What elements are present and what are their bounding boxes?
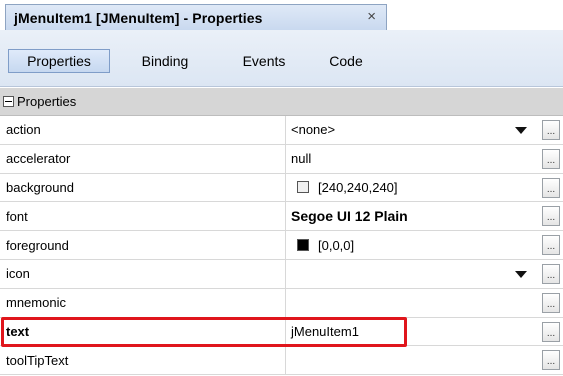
document-tab[interactable]: jMenuItem1 [JMenuItem] - Properties ×	[5, 4, 387, 30]
properties-section-header[interactable]: Properties	[0, 88, 563, 116]
property-row-font[interactable]: font Segoe UI 12 Plain ...	[0, 202, 563, 232]
property-name: icon	[0, 259, 286, 288]
ellipsis-button[interactable]: ...	[542, 350, 560, 371]
property-name: action	[0, 116, 286, 144]
color-value: [0,0,0]	[318, 237, 355, 253]
property-value[interactable]: [0,0,0]	[287, 231, 537, 259]
ellipsis-button[interactable]: ...	[542, 321, 560, 342]
tab-events[interactable]: Events	[230, 49, 298, 73]
ellipsis-button[interactable]: ...	[542, 206, 560, 227]
property-name: accelerator	[0, 144, 286, 173]
property-row-mnemonic[interactable]: mnemonic ...	[0, 288, 563, 318]
color-swatch-icon	[297, 239, 309, 252]
window-title: jMenuItem1 [JMenuItem] - Properties	[14, 9, 263, 26]
property-name: text	[0, 317, 286, 346]
tab-code[interactable]: Code	[316, 49, 376, 73]
property-name: toolTipText	[0, 346, 286, 375]
section-label: Properties	[17, 94, 77, 109]
color-swatch-icon	[297, 181, 309, 194]
property-table: action <none> ... accelerator null ... b…	[0, 116, 563, 376]
close-icon[interactable]: ×	[367, 9, 376, 25]
property-row-action[interactable]: action <none> ...	[0, 116, 563, 145]
property-row-icon[interactable]: icon ...	[0, 259, 563, 289]
color-value: [240,240,240]	[318, 179, 398, 195]
ellipsis-button[interactable]: ...	[542, 263, 560, 284]
properties-window: jMenuItem1 [JMenuItem] - Properties × Pr…	[0, 0, 563, 376]
property-value[interactable]: [240,240,240]	[287, 174, 537, 202]
tab-binding[interactable]: Binding	[128, 49, 202, 73]
property-row-text[interactable]: text jMenuItem1 ...	[0, 317, 563, 347]
property-value[interactable]: null	[287, 145, 537, 173]
property-row-background[interactable]: background [240,240,240] ...	[0, 173, 563, 203]
title-bar: jMenuItem1 [JMenuItem] - Properties ×	[0, 0, 563, 31]
property-name: foreground	[0, 231, 286, 259]
property-value[interactable]: <none>	[287, 116, 537, 144]
tab-strip: Properties Binding Events Code	[0, 30, 563, 87]
dropdown-arrow-icon[interactable]	[515, 126, 527, 134]
property-row-foreground[interactable]: foreground [0,0,0] ...	[0, 231, 563, 260]
property-name: mnemonic	[0, 288, 286, 317]
tab-properties[interactable]: Properties	[8, 49, 110, 73]
property-name: font	[0, 202, 286, 231]
property-value[interactable]	[287, 346, 537, 374]
property-value[interactable]: jMenuItem1	[287, 318, 537, 346]
property-row-accelerator[interactable]: accelerator null ...	[0, 144, 563, 174]
property-value[interactable]	[287, 289, 537, 317]
ellipsis-button[interactable]: ...	[542, 235, 560, 256]
dropdown-arrow-icon[interactable]	[515, 270, 527, 278]
property-value[interactable]: Segoe UI 12 Plain	[287, 202, 537, 230]
property-row-tooltiptext[interactable]: toolTipText ...	[0, 346, 563, 376]
collapse-box-icon[interactable]	[3, 96, 14, 107]
ellipsis-button[interactable]: ...	[542, 292, 560, 313]
ellipsis-button[interactable]: ...	[542, 120, 560, 140]
ellipsis-button[interactable]: ...	[542, 177, 560, 198]
ellipsis-button[interactable]: ...	[542, 148, 560, 169]
property-value[interactable]	[287, 260, 537, 288]
property-name: background	[0, 173, 286, 202]
